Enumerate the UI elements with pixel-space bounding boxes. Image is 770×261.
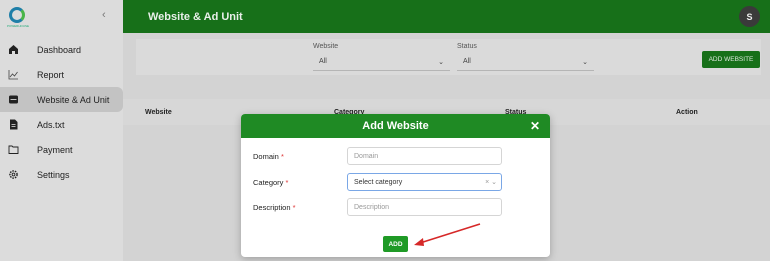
filter-bar: Website All ⌄ Status All ⌄ ADD WEBSITE [136,39,761,75]
logo[interactable]: POWERHOUSE [7,7,30,29]
website-filter-select[interactable]: All ⌄ [313,53,450,71]
category-select[interactable]: Select category × ⌄ [347,173,502,191]
required-mark: * [292,202,296,212]
domain-placeholder: Domain [354,152,379,160]
topbar: Website & Ad Unit S [123,0,770,33]
status-filter-label: Status [457,43,477,50]
sidebar-item-label: Report [37,69,65,80]
website-filter: Website All ⌄ [313,43,450,71]
sidebar-item-website-ad-unit[interactable]: Website & Ad Unit [0,87,123,112]
page-title: Website & Ad Unit [148,11,243,23]
website-filter-label: Website [313,43,339,50]
clear-icon[interactable]: × [485,179,489,186]
clear-and-chevron-icons[interactable]: × ⌄ [485,178,497,186]
domain-row: Domain * Domain [253,147,543,165]
logo-icon [9,7,25,23]
logo-text: POWERHOUSE [7,24,30,28]
description-placeholder: Description [354,203,390,211]
sidebar-item-label: Settings [37,169,70,180]
required-mark: * [280,151,284,161]
category-placeholder: Select category [354,178,403,186]
sidebar-item-settings[interactable]: Settings [0,162,123,187]
sidebar-item-report[interactable]: Report [0,62,123,87]
category-label-text: Category [253,177,284,187]
add-website-button[interactable]: ADD WEBSITE [702,51,760,68]
category-row: Category * Select category × ⌄ [253,173,543,191]
description-label: Description * [253,203,347,212]
category-label: Category * [253,178,347,187]
sidebar-item-ads-txt[interactable]: Ads.txt [0,112,123,137]
chart-line-icon [8,69,19,80]
add-website-modal: Add Website ✕ Domain * Domain Category *… [241,114,550,257]
folder-icon [8,144,19,155]
sidebar-item-payment[interactable]: Payment [0,137,123,162]
chevron-down-icon[interactable]: ⌄ [491,179,497,186]
description-row: Description * Description [253,198,543,216]
sidebar-item-label: Payment [37,144,73,155]
gear-icon [8,169,19,180]
domain-field[interactable]: Domain [347,147,502,165]
required-mark: * [285,177,289,187]
sidebar-item-label: Dashboard [37,44,82,55]
file-icon [8,119,19,130]
chevron-down-icon: ⌄ [438,58,444,66]
avatar[interactable]: S [739,6,760,27]
modal-title: Add Website [362,120,429,132]
sidebar-item-label: Ads.txt [37,119,65,130]
modal-header: Add Website ✕ [241,114,550,138]
sidebar: POWERHOUSE ‹ Dashboard Report Website & … [0,0,123,261]
home-icon [8,44,19,55]
sidebar-nav: Dashboard Report Website & Ad Unit Ads.t… [0,37,123,187]
add-button[interactable]: ADD [383,236,408,252]
domain-label: Domain * [253,152,347,161]
sidebar-item-label: Website & Ad Unit [37,94,110,105]
website-icon [8,94,19,105]
chevron-down-icon: ⌄ [582,58,588,66]
close-icon[interactable]: ✕ [530,119,540,133]
chevron-left-icon[interactable]: ‹ [102,9,106,21]
annotation-arrow-icon [414,223,481,246]
description-field[interactable]: Description [347,198,502,216]
description-label-text: Description [253,202,291,212]
status-filter-select[interactable]: All ⌄ [457,53,594,71]
column-website[interactable]: Website [145,109,172,116]
website-filter-value: All [319,58,327,65]
sidebar-item-dashboard[interactable]: Dashboard [0,37,123,62]
status-filter: Status All ⌄ [457,43,594,71]
status-filter-value: All [463,58,471,65]
domain-label-text: Domain [253,151,279,161]
column-action: Action [676,109,698,116]
